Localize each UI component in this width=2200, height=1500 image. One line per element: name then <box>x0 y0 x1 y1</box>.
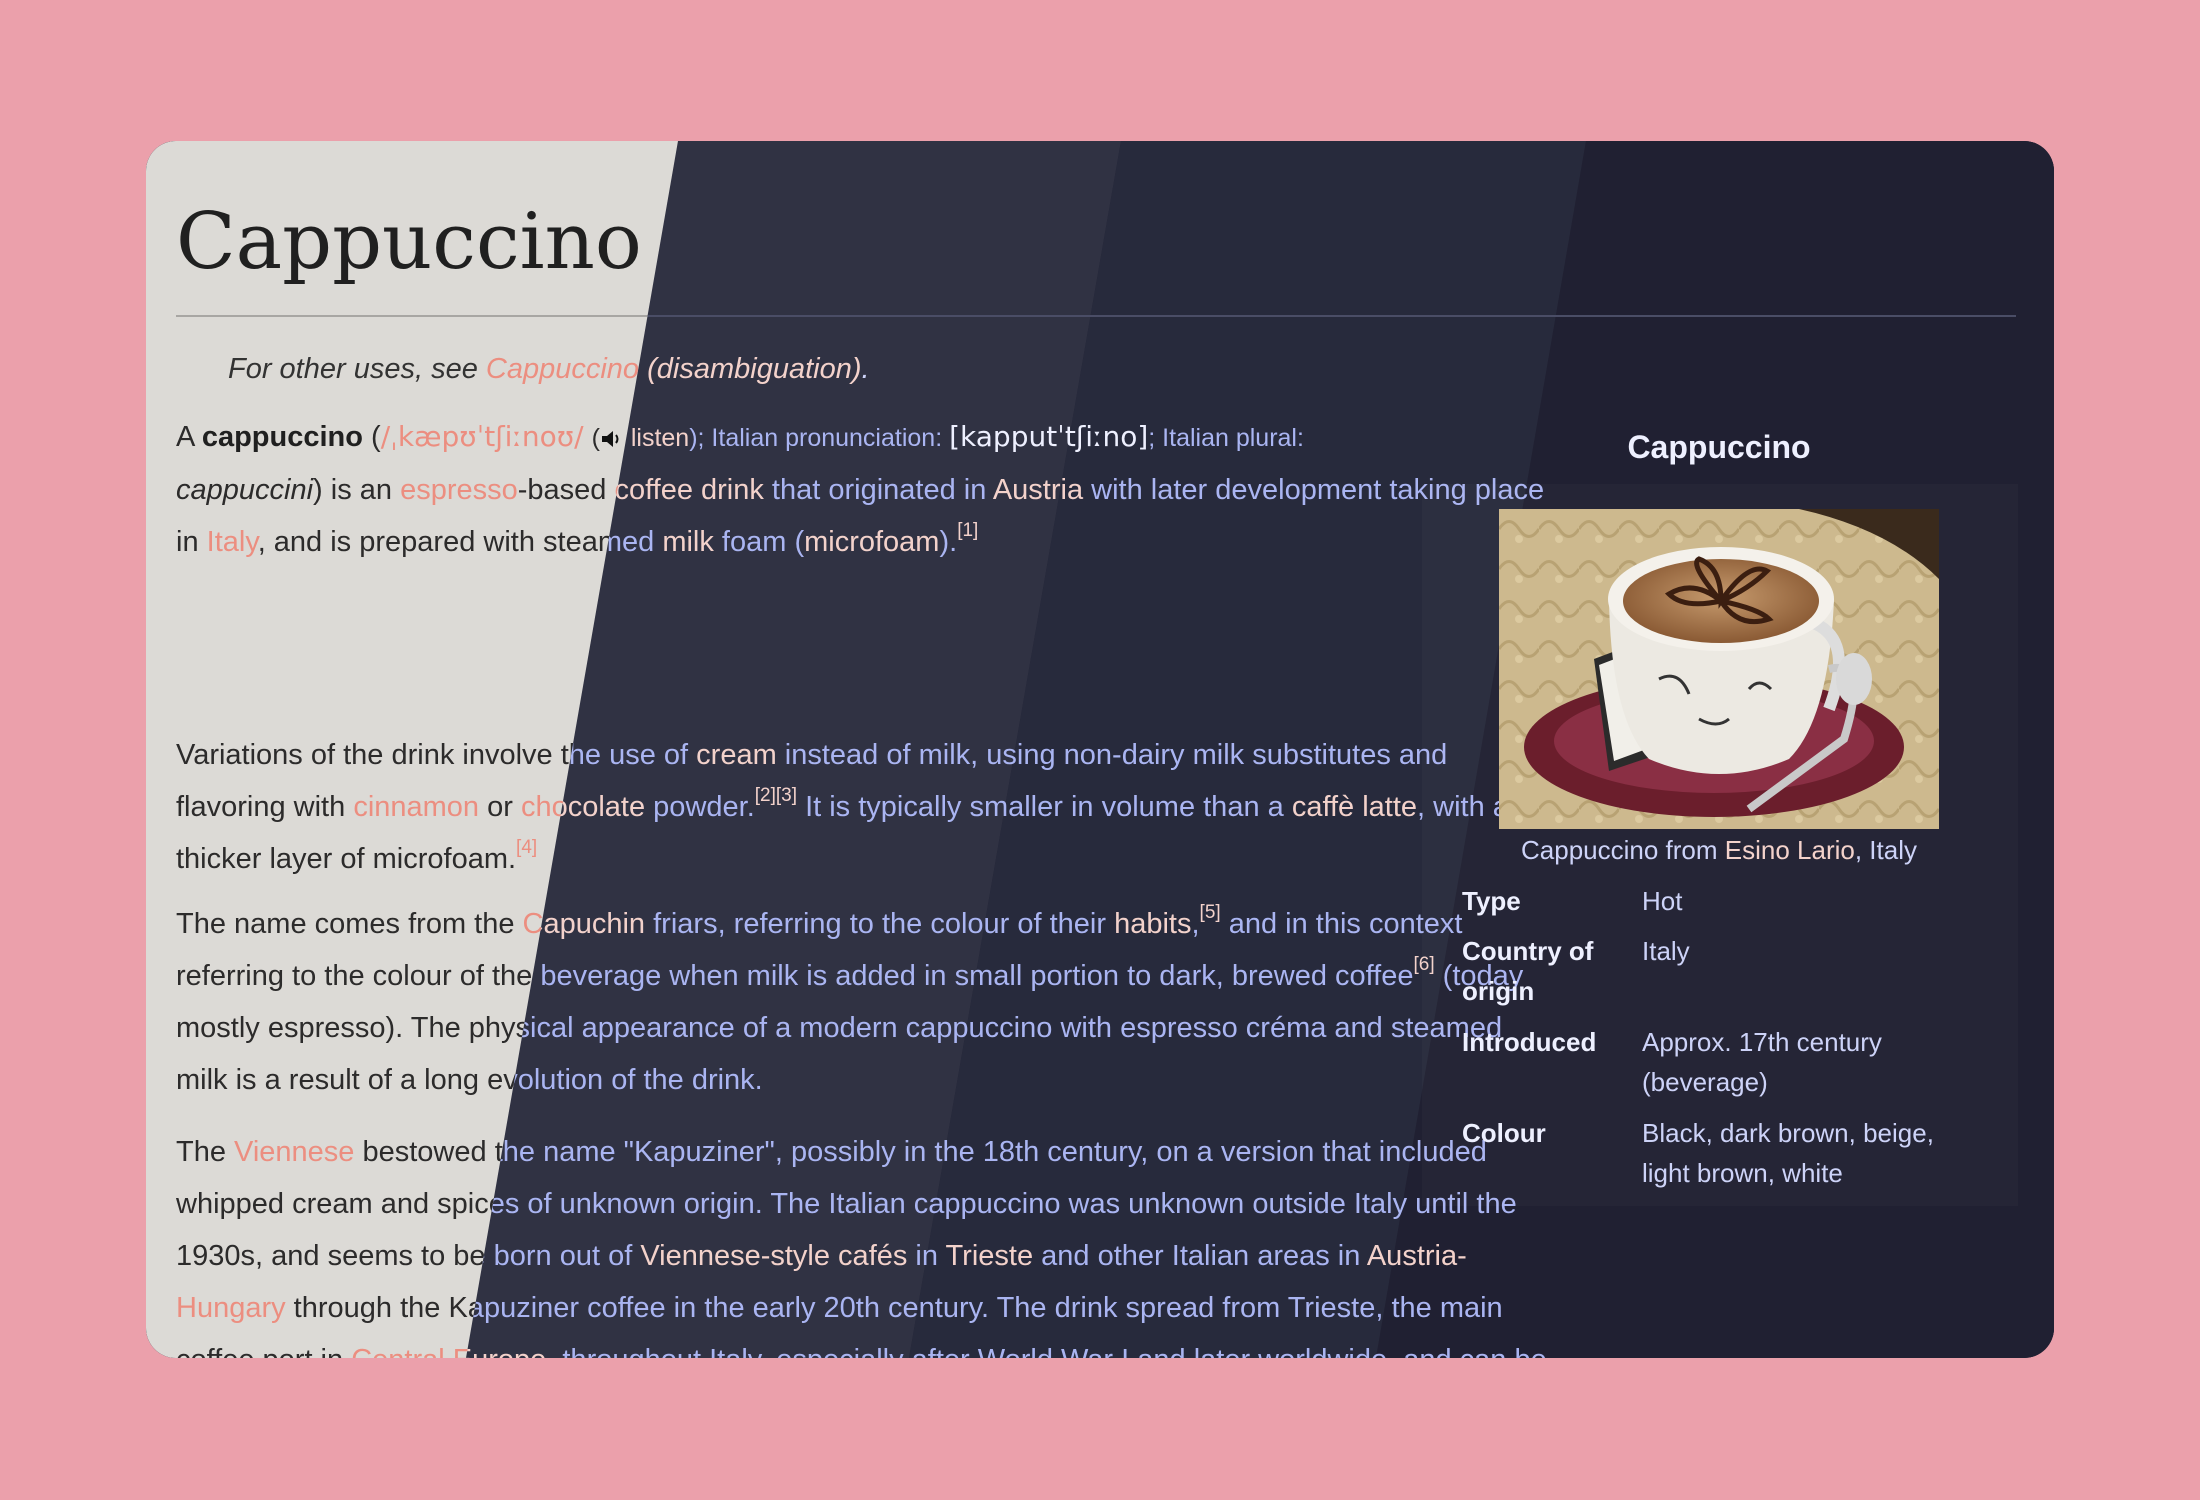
row-label: Colour <box>1462 1118 1546 1148</box>
text: It is typically smaller in volume than a <box>797 791 1292 823</box>
infobox-caption: Cappuccino from Esino Lario, Italy <box>1424 835 2014 866</box>
text: -based <box>517 474 615 506</box>
link-caffe-latte[interactable]: caffè latte <box>1292 791 1417 823</box>
page-title-light: Cappuccino <box>176 197 642 287</box>
hatnote-text: For other uses, see <box>228 353 486 385</box>
reference-5[interactable]: [5] <box>1200 902 1221 923</box>
row-label: Introduced <box>1462 1027 1597 1057</box>
text: powder. <box>645 791 755 823</box>
row-value: Approx. 17th century (beverage) <box>1642 1027 1882 1097</box>
link-italy[interactable]: Italy <box>207 526 258 558</box>
text: ) is an <box>313 474 401 506</box>
caption-text-end: , Italy <box>1854 835 1917 865</box>
text: , and is prepared with steamed <box>257 526 663 558</box>
link-trieste[interactable]: Trieste <box>946 1240 1034 1272</box>
reference-3[interactable]: [3] <box>776 785 797 806</box>
link-coffee-drink[interactable]: coffee drink <box>614 474 763 506</box>
text: The <box>176 1136 235 1168</box>
row-label: Country of origin <box>1462 936 1594 1006</box>
link-viennese-cafes[interactable]: Viennese-style cafés <box>640 1240 907 1272</box>
text: friars, referring to the colour of their <box>645 908 1115 940</box>
link-milk[interactable]: milk <box>662 526 714 558</box>
text: ). <box>939 526 958 558</box>
text: A <box>176 421 202 453</box>
infobox-title: Cappuccino <box>1627 429 1811 465</box>
italian-ipa: [kapputˈtʃiːno] <box>949 420 1149 453</box>
text: that originated in <box>763 474 993 506</box>
row-value: Italy <box>1642 936 1690 966</box>
reference-2[interactable]: [2] <box>755 785 776 806</box>
row-value: Black, dark brown, beige, light brown, w… <box>1642 1118 1934 1188</box>
link-cinnamon[interactable]: cinnamon <box>353 791 479 823</box>
cappuccino-image[interactable] <box>1499 509 1939 829</box>
text: in <box>907 1240 946 1272</box>
link-cream[interactable]: cream <box>696 739 777 771</box>
text: and other Italian areas in <box>1033 1240 1367 1272</box>
caption-text: Cappuccino from <box>1521 835 1725 865</box>
link-habits[interactable]: habits <box>1114 908 1191 940</box>
row-value: Hot <box>1642 886 1683 916</box>
window-background: Cappuccino For other uses, see Cappuccin… <box>0 0 2200 1500</box>
text: foam ( <box>713 526 805 558</box>
text: ; Italian plural: <box>1148 424 1304 452</box>
bold-term: cappuccino <box>201 421 363 453</box>
link-espresso[interactable]: espresso <box>400 474 518 506</box>
row-label: Type <box>1462 886 1521 916</box>
article-card: Cappuccino For other uses, see Cappuccin… <box>146 141 2054 1358</box>
link-esino-lario[interactable]: Esino Lario <box>1725 835 1855 865</box>
plural-term: cappuccini <box>176 474 314 506</box>
hatnote-end: . <box>861 353 870 385</box>
ipa-link[interactable]: /ˌkæpʊˈtʃiːnoʊ/ <box>381 420 584 453</box>
listen-link[interactable]: listen <box>631 424 689 452</box>
text: or <box>479 791 521 823</box>
text: , <box>1191 908 1200 940</box>
text: ); Italian pronunciation: <box>689 424 950 452</box>
link-microfoam[interactable]: microfoam <box>804 526 939 558</box>
text: ( <box>362 421 381 453</box>
reference-1[interactable]: [1] <box>957 520 978 541</box>
link-austria[interactable]: Austria <box>993 474 1083 506</box>
speaker-icon[interactable] <box>600 429 624 449</box>
link-viennese[interactable]: Viennese <box>234 1136 354 1168</box>
reference-4[interactable]: [4] <box>516 837 537 858</box>
text: The name comes from the <box>176 908 523 940</box>
